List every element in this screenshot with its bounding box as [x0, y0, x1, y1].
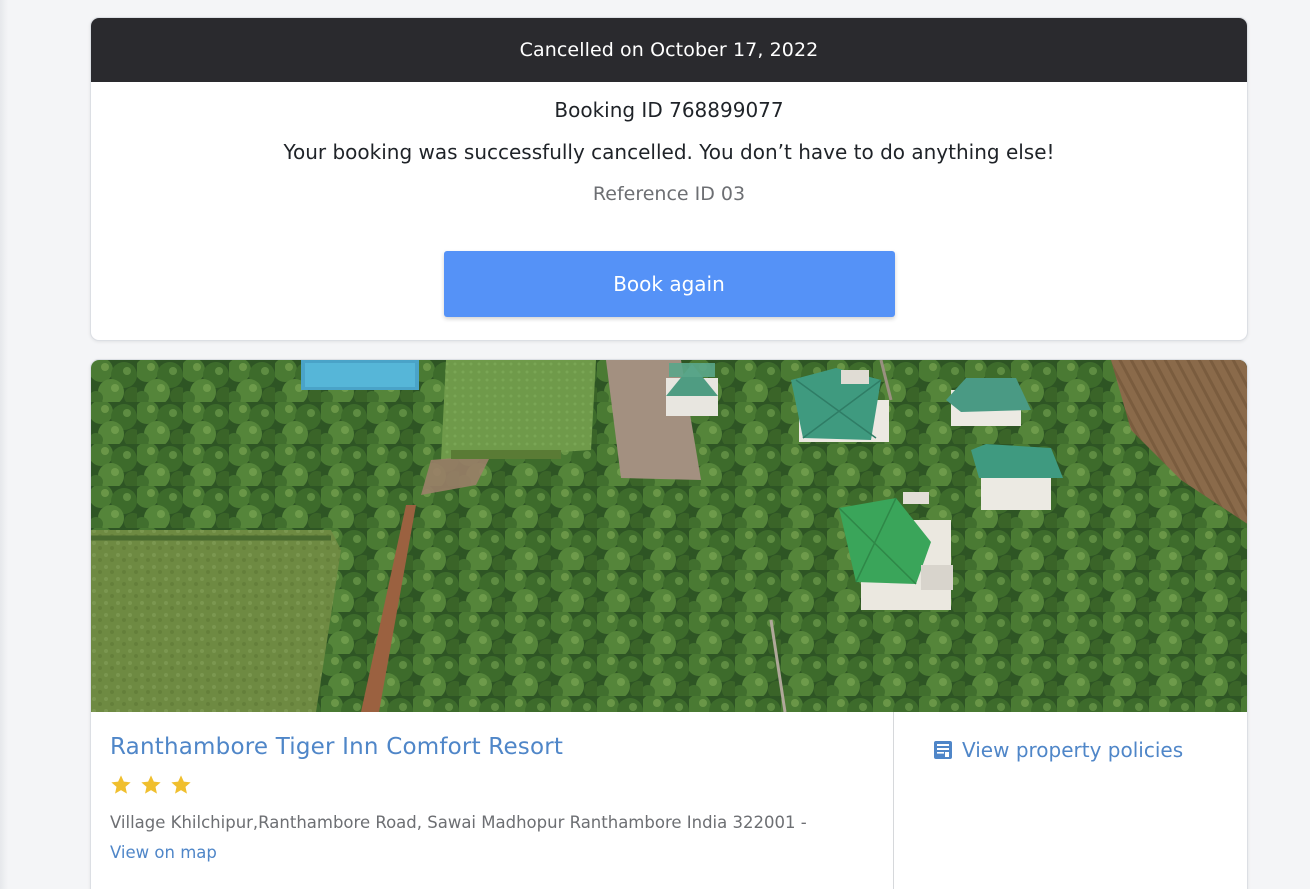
book-again-button[interactable]: Book again — [443, 251, 895, 317]
view-property-policies-link[interactable]: View property policies — [933, 738, 1247, 762]
reference-id: Reference ID 03 — [592, 183, 746, 205]
view-on-map-link[interactable]: View on map — [110, 842, 217, 864]
cancellation-date-text: Cancelled on October 17, 2022 — [519, 39, 819, 61]
cancellation-body: Booking ID 768899077 Your booking was su… — [91, 97, 1247, 317]
property-card: Ranthambore Tiger Inn Comfort Resort Vil… — [90, 359, 1248, 889]
pdf-document-icon — [933, 740, 953, 760]
building-small-top — [666, 363, 718, 416]
booking-id: Booking ID 768899077 — [554, 98, 784, 122]
star-icon — [170, 774, 192, 796]
cancellation-card: Cancelled on October 17, 2022 Booking ID… — [90, 17, 1248, 341]
property-name-link[interactable]: Ranthambore Tiger Inn Comfort Resort — [110, 732, 893, 762]
building-right-middle — [971, 444, 1063, 510]
page-edge-shadow — [0, 0, 8, 889]
star-icon — [140, 774, 162, 796]
star-icon — [110, 774, 132, 796]
view-property-policies-label: View property policies — [962, 738, 1184, 762]
building-center — [791, 368, 889, 442]
property-address: Village Khilchipur,Ranthambore Road, Saw… — [110, 813, 807, 832]
star-rating — [110, 774, 893, 796]
property-info: Ranthambore Tiger Inn Comfort Resort Vil… — [91, 712, 894, 889]
property-actions: View property policies — [894, 712, 1247, 889]
cancellation-message: Your booking was successfully cancelled.… — [283, 140, 1055, 164]
cancellation-header: Cancelled on October 17, 2022 — [91, 18, 1247, 82]
aerial-resort-image — [91, 360, 1247, 712]
property-photo[interactable] — [91, 360, 1247, 712]
property-details: Ranthambore Tiger Inn Comfort Resort Vil… — [91, 712, 1247, 889]
